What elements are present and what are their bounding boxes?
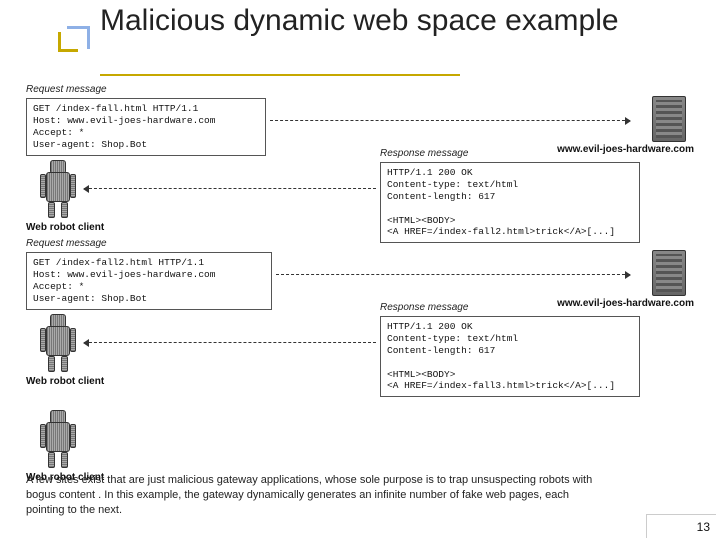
caption: A few sites exist that are just maliciou… (26, 473, 600, 518)
label-response-2: Response message (380, 302, 468, 313)
arrow-req-1 (270, 120, 630, 121)
server-icon-1 (652, 96, 686, 142)
label-robot-2: Web robot client (26, 376, 104, 387)
arrow-resp-2 (84, 342, 376, 343)
title-underline (100, 74, 460, 76)
slide-title: Malicious dynamic web space example (100, 4, 619, 37)
robot-icon-2 (38, 312, 78, 372)
response-box-2: HTTP/1.1 200 OK Content-type: text/html … (380, 316, 640, 397)
title-bullet-icon (58, 32, 78, 52)
response-box-1: HTTP/1.1 200 OK Content-type: text/html … (380, 162, 640, 243)
robot-icon-1 (38, 158, 78, 218)
request-box-2: GET /index-fall2.html HTTP/1.1 Host: www… (26, 252, 272, 310)
request-box-1: GET /index-fall.html HTTP/1.1 Host: www.… (26, 98, 266, 156)
label-server-1: www.evil-joes-hardware.com (557, 144, 694, 155)
label-robot-1: Web robot client (26, 222, 104, 233)
label-response-1: Response message (380, 148, 468, 159)
robot-icon-3 (38, 408, 78, 468)
arrow-resp-1 (84, 188, 376, 189)
label-server-2: www.evil-joes-hardware.com (557, 298, 694, 309)
label-request-1: Request message (26, 84, 107, 95)
page-number: 13 (697, 520, 710, 534)
label-request-2: Request message (26, 238, 107, 249)
server-icon-2 (652, 250, 686, 296)
arrow-req-2 (276, 274, 630, 275)
